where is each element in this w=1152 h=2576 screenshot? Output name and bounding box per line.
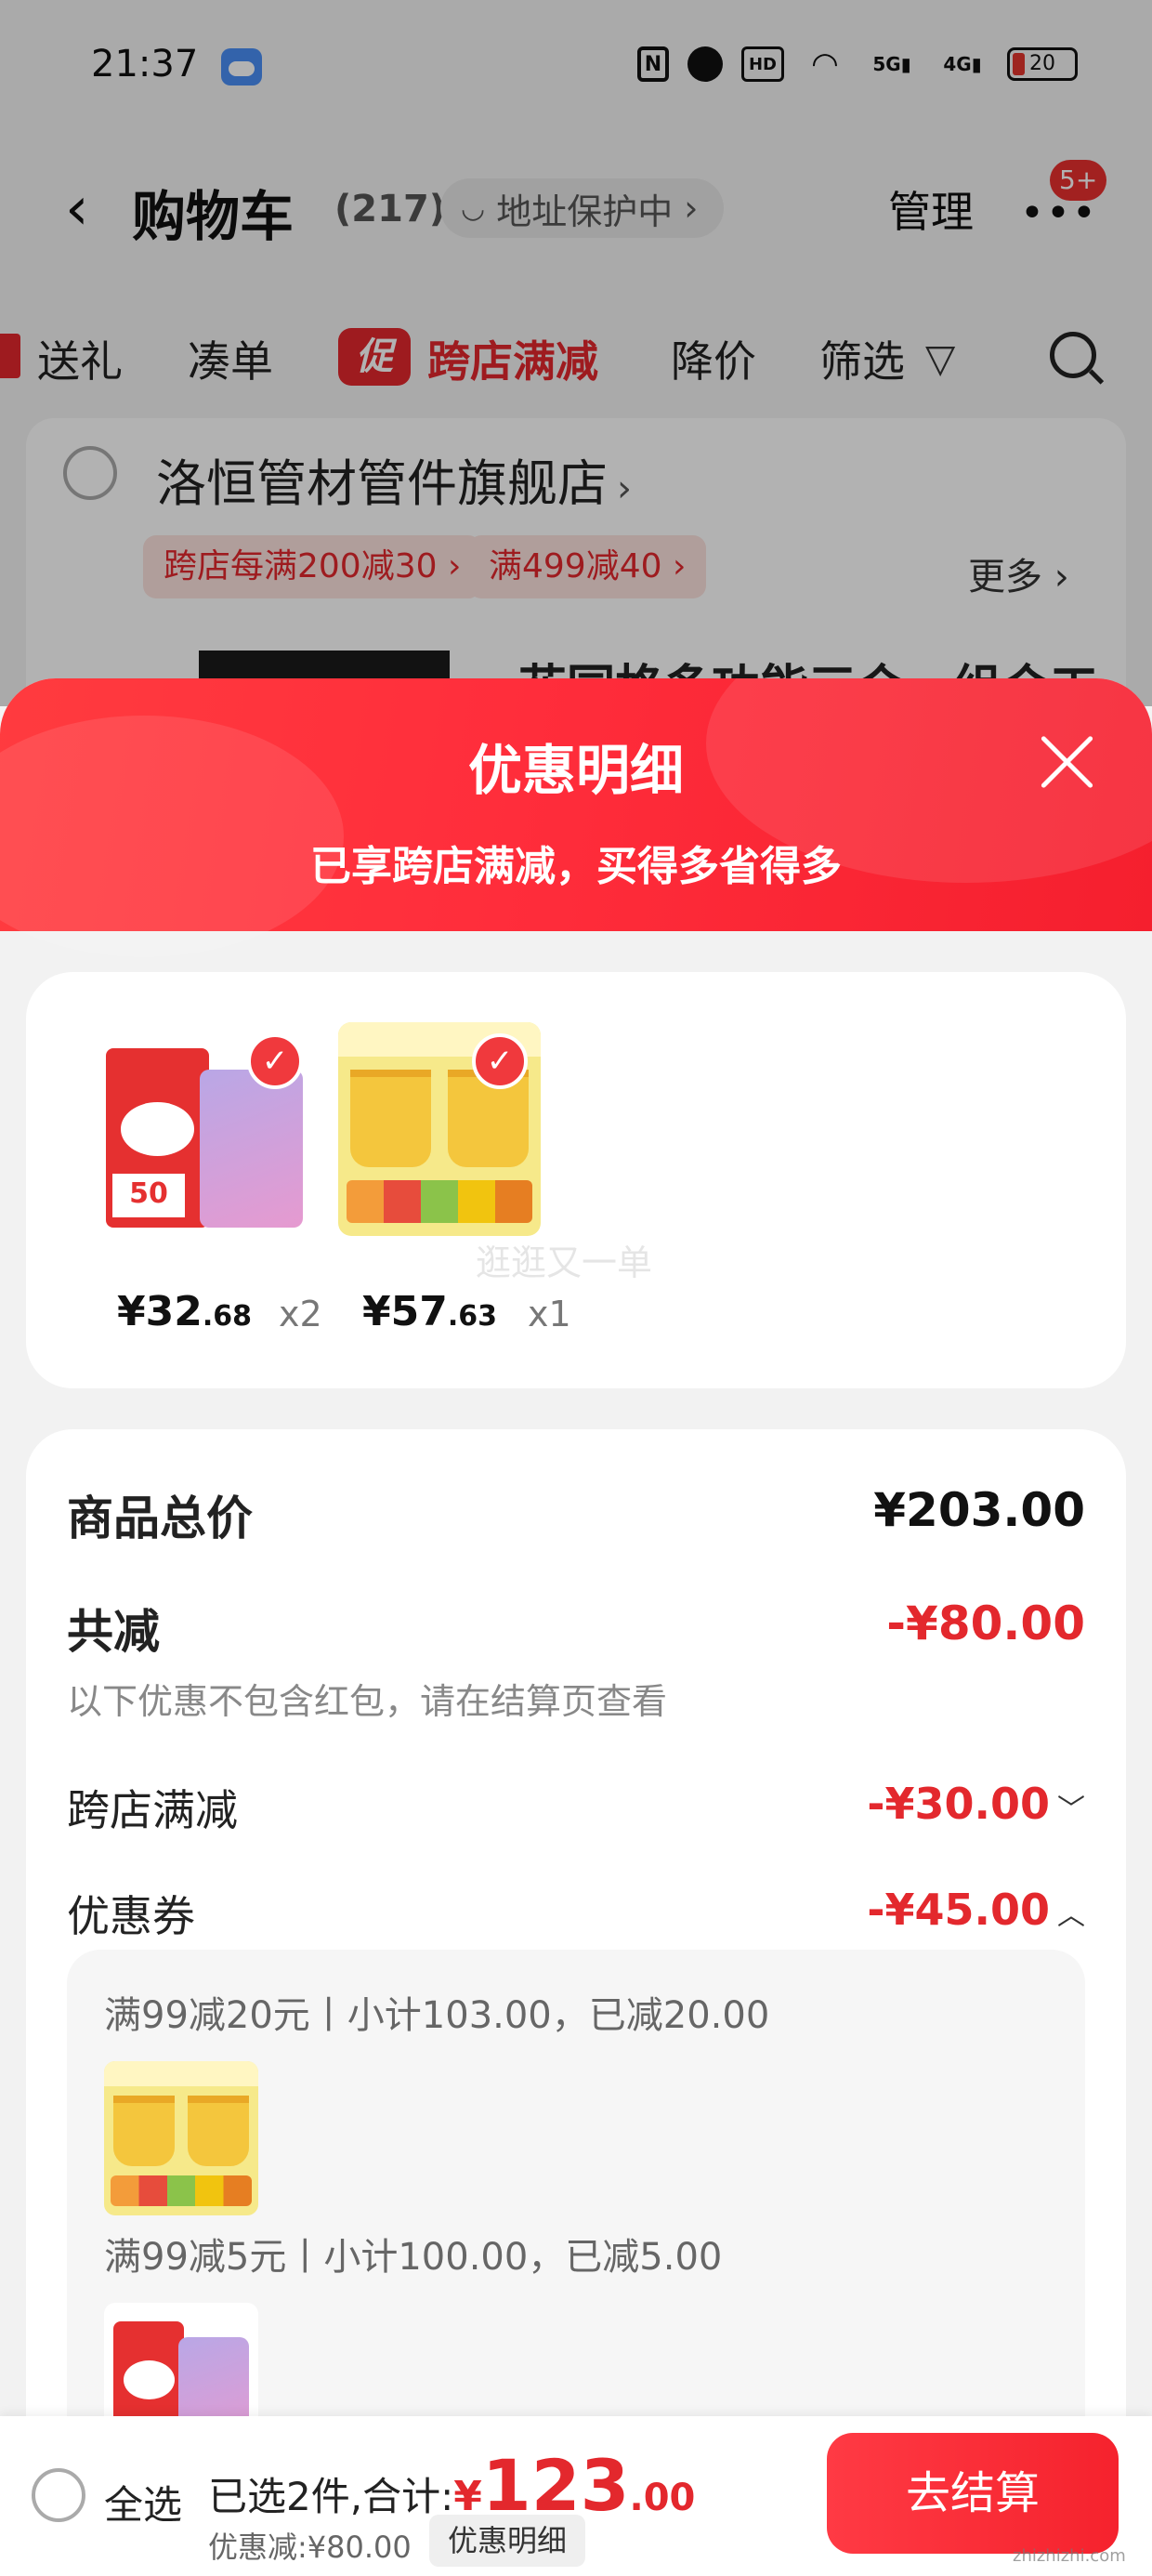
item-quantity: x2: [279, 1294, 322, 1334]
selected-items-card: 50 ✓ ¥32.68 x2 ✓ ¥57.63 x1 逛逛又一单: [26, 972, 1126, 1388]
selected-count-text: 已选2件,合计:: [208, 2474, 454, 2519]
chevron-up-icon: ︿: [1057, 1899, 1085, 1932]
discount-summary: 优惠减:¥80.00: [208, 2530, 412, 2565]
cross-store-label[interactable]: 跨店满减: [67, 1777, 238, 1838]
cross-store-value[interactable]: -¥30.00 ﹀: [867, 1779, 1085, 1829]
close-icon[interactable]: [1037, 730, 1098, 792]
checkmark-icon: ✓: [247, 1033, 303, 1089]
price-dec: .68: [202, 1300, 253, 1333]
site-watermark: zhizhizhi.com: [1013, 2546, 1126, 2566]
item-price: ¥32.68: [117, 1288, 252, 1335]
checkout-bar: 全选 已选2件,合计:¥123.00 优惠减:¥80.00 优惠明细 去结算: [0, 2416, 1152, 2576]
total-amount-dec: .00: [629, 2477, 696, 2519]
product-image-noodle: [104, 2061, 258, 2215]
coupon-amount: -¥45.00: [867, 1885, 1050, 1935]
coupon-label[interactable]: 优惠券: [67, 1883, 195, 1944]
price-dec: .63: [447, 1300, 498, 1333]
coupon-detail-line: 满99减5元丨小计100.00，已减5.00: [104, 2236, 723, 2279]
total-discount-label: 共减: [67, 1605, 160, 1659]
dim-overlay[interactable]: [0, 0, 1152, 706]
thumb-tag: 50: [111, 1172, 187, 1219]
watermark-text: 逛逛又一单: [476, 1242, 653, 1283]
coupon-detail-line: 满99减20元丨小计103.00，已减20.00: [104, 1994, 770, 2037]
currency-symbol: ¥: [453, 2473, 482, 2520]
checkout-button[interactable]: 去结算: [827, 2433, 1119, 2554]
sheet-title: 优惠明细: [467, 739, 684, 802]
price-int: ¥32: [117, 1288, 203, 1335]
sheet-header: 优惠明细 已享跨店满减，买得多省得多: [0, 678, 1152, 957]
total-price-value: ¥203.00: [873, 1483, 1085, 1537]
selected-item[interactable]: 50 ✓ ¥32.68 x2: [93, 972, 322, 1388]
price-summary-card: 商品总价 ¥203.00 共减 -¥80.00 以下优惠不包含红包，请在结算页查…: [26, 1429, 1126, 2576]
cross-store-amount: -¥30.00: [867, 1779, 1050, 1829]
price-int: ¥57: [362, 1288, 448, 1335]
coupon-value[interactable]: -¥45.00 ︿: [867, 1885, 1085, 1935]
select-all-label[interactable]: 全选: [104, 2474, 182, 2530]
selected-item[interactable]: ✓ ¥57.63 x1: [338, 972, 571, 1388]
select-all-radio[interactable]: [32, 2468, 85, 2522]
item-price: ¥57.63: [362, 1288, 497, 1335]
discount-detail-sheet: 优惠明细 已享跨店满减，买得多省得多 50 ✓ ¥32.68 x2 ✓ ¥57.…: [0, 678, 1152, 2576]
discount-note: 以下优惠不包含红包，请在结算页查看: [67, 1681, 668, 1722]
total-price-label: 商品总价: [67, 1492, 253, 1545]
chevron-down-icon: ﹀: [1057, 1794, 1085, 1826]
discount-detail-button[interactable]: 优惠明细: [429, 2515, 586, 2567]
sheet-subtitle: 已享跨店满减，买得多省得多: [310, 843, 842, 890]
checkmark-icon: ✓: [472, 1033, 528, 1089]
total-discount-value: -¥80.00: [886, 1597, 1085, 1650]
item-quantity: x1: [528, 1294, 571, 1334]
